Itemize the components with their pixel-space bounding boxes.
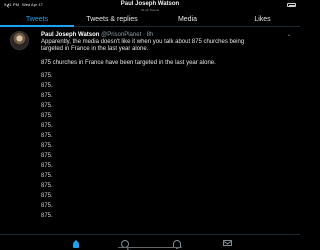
tweet-text-line: 875. [41,113,53,119]
tweet-text-line: 875. [41,183,53,189]
profile-header: ‹ Paul Joseph Watson 54.1K Tweets [0,0,300,13]
tweet-text-line: 875. [41,123,53,129]
home-icon[interactable] [72,240,80,248]
tweet-text-line: 875. [41,173,53,179]
tweet-count: 54.1K Tweets [140,8,160,12]
tweet-text-line: 875. [41,143,53,149]
tweet-text-line: 875. [41,73,53,79]
profile-name: Paul Joseph Watson [120,1,180,7]
tab-tweets-and-replies[interactable]: Tweets & replies [74,13,150,27]
tweet-text-line: 875. [41,193,53,199]
mail-icon[interactable] [223,240,232,246]
tweet-text-line: 875. [41,83,53,89]
tweet-text-line: 875. [41,203,53,209]
tab-likes[interactable]: Likes [225,13,300,27]
profile-tabs: Tweets Tweets & replies Media Likes [0,13,300,27]
tweet-text-line: 875. [41,103,53,109]
home-indicator [118,247,182,248]
app-frame: 9:41 PM Wed Apr 17 ‹ Paul Joseph Watson … [0,0,300,250]
active-tab-indicator [0,25,74,27]
tweet-text-line: 875. [41,163,53,169]
avatar[interactable] [10,31,29,50]
tweet-text-line: 875 churches in France have been targete… [41,60,216,66]
tab-media[interactable]: Media [150,13,225,27]
tweet-text-line: 875. [41,93,53,99]
tweet-text-line: 875. [41,153,53,159]
tweet-text-line: 875. [41,213,53,219]
tweet-feed: Paul Joseph Watson @PrisonPlanet · 8h ⌄ … [0,28,300,234]
tweet-text-line: 875. [41,133,53,139]
tweet-text-line: targeted in France in the last year alon… [41,46,149,52]
twitter-profile-screen: 9:41 PM Wed Apr 17 ‹ Paul Joseph Watson … [0,0,300,250]
